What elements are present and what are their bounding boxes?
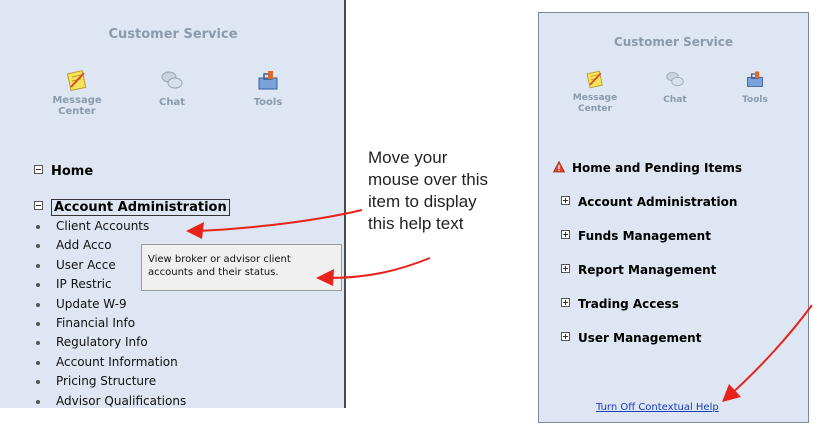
nav-account-administration[interactable]: Account Administration — [34, 199, 230, 216]
nav-report-management[interactable]: Report Management — [561, 263, 716, 277]
toolbox-icon — [258, 71, 278, 90]
message-center-label: Message Center — [572, 93, 618, 114]
turn-off-contextual-help-link[interactable]: Turn Off Contextual Help — [596, 402, 719, 413]
toolbox-icon — [747, 71, 763, 87]
tools-button[interactable] — [735, 69, 775, 89]
submenu-item-client-accounts[interactable]: Client Accounts — [36, 217, 186, 236]
submenu-item-pricing-structure[interactable]: Pricing Structure — [36, 372, 186, 391]
customer-service-title: Customer Service — [613, 35, 734, 49]
nav-trading-access[interactable]: Trading Access — [561, 297, 679, 311]
submenu-item-update-w9[interactable]: Update W-9 — [36, 295, 186, 314]
expand-icon — [561, 196, 570, 205]
notepad-icon — [586, 70, 603, 89]
help-tooltip: View broker or advisor client accounts a… — [141, 244, 342, 291]
left-sidebar-panel: Customer Service Message Center Chat Too… — [0, 0, 346, 428]
chat-label: Chat — [663, 95, 687, 105]
notepad-icon — [66, 70, 87, 92]
tools-label: Tools — [253, 97, 283, 108]
chat-button[interactable] — [655, 69, 695, 89]
tools-label: Tools — [742, 95, 768, 105]
submenu-item-account-information[interactable]: Account Information — [36, 353, 186, 372]
chat-bubbles-icon — [161, 71, 183, 89]
chat-bubbles-icon — [666, 71, 684, 87]
submenu-item-financial-info[interactable]: Financial Info — [36, 314, 186, 333]
expand-icon — [561, 264, 570, 273]
message-center-button[interactable] — [575, 69, 615, 89]
nav-home-and-pending-items[interactable]: Home and Pending Items — [553, 161, 742, 175]
tools-button[interactable] — [248, 68, 288, 92]
expand-icon — [561, 298, 570, 307]
chat-button[interactable] — [152, 68, 192, 92]
customer-service-title: Customer Service — [108, 27, 238, 42]
collapse-icon — [34, 165, 43, 174]
expand-icon — [561, 230, 570, 239]
nav-account-administration[interactable]: Account Administration — [561, 195, 737, 209]
message-center-label: Message Center — [52, 95, 102, 117]
message-center-button[interactable] — [57, 68, 97, 92]
nav-funds-management[interactable]: Funds Management — [561, 229, 711, 243]
submenu-item-regulatory-info[interactable]: Regulatory Info — [36, 333, 186, 352]
collapse-icon — [34, 201, 43, 210]
nav-home[interactable]: Home — [34, 164, 93, 179]
right-sidebar-panel: Customer Service Message Center Chat Too… — [538, 12, 809, 423]
expand-icon — [561, 332, 570, 341]
callout-text: Move your mouse over this item to displa… — [368, 148, 488, 233]
nav-user-management[interactable]: User Management — [561, 331, 701, 345]
chat-label: Chat — [159, 97, 185, 108]
torn-edge — [0, 408, 346, 428]
warning-icon — [553, 161, 565, 173]
